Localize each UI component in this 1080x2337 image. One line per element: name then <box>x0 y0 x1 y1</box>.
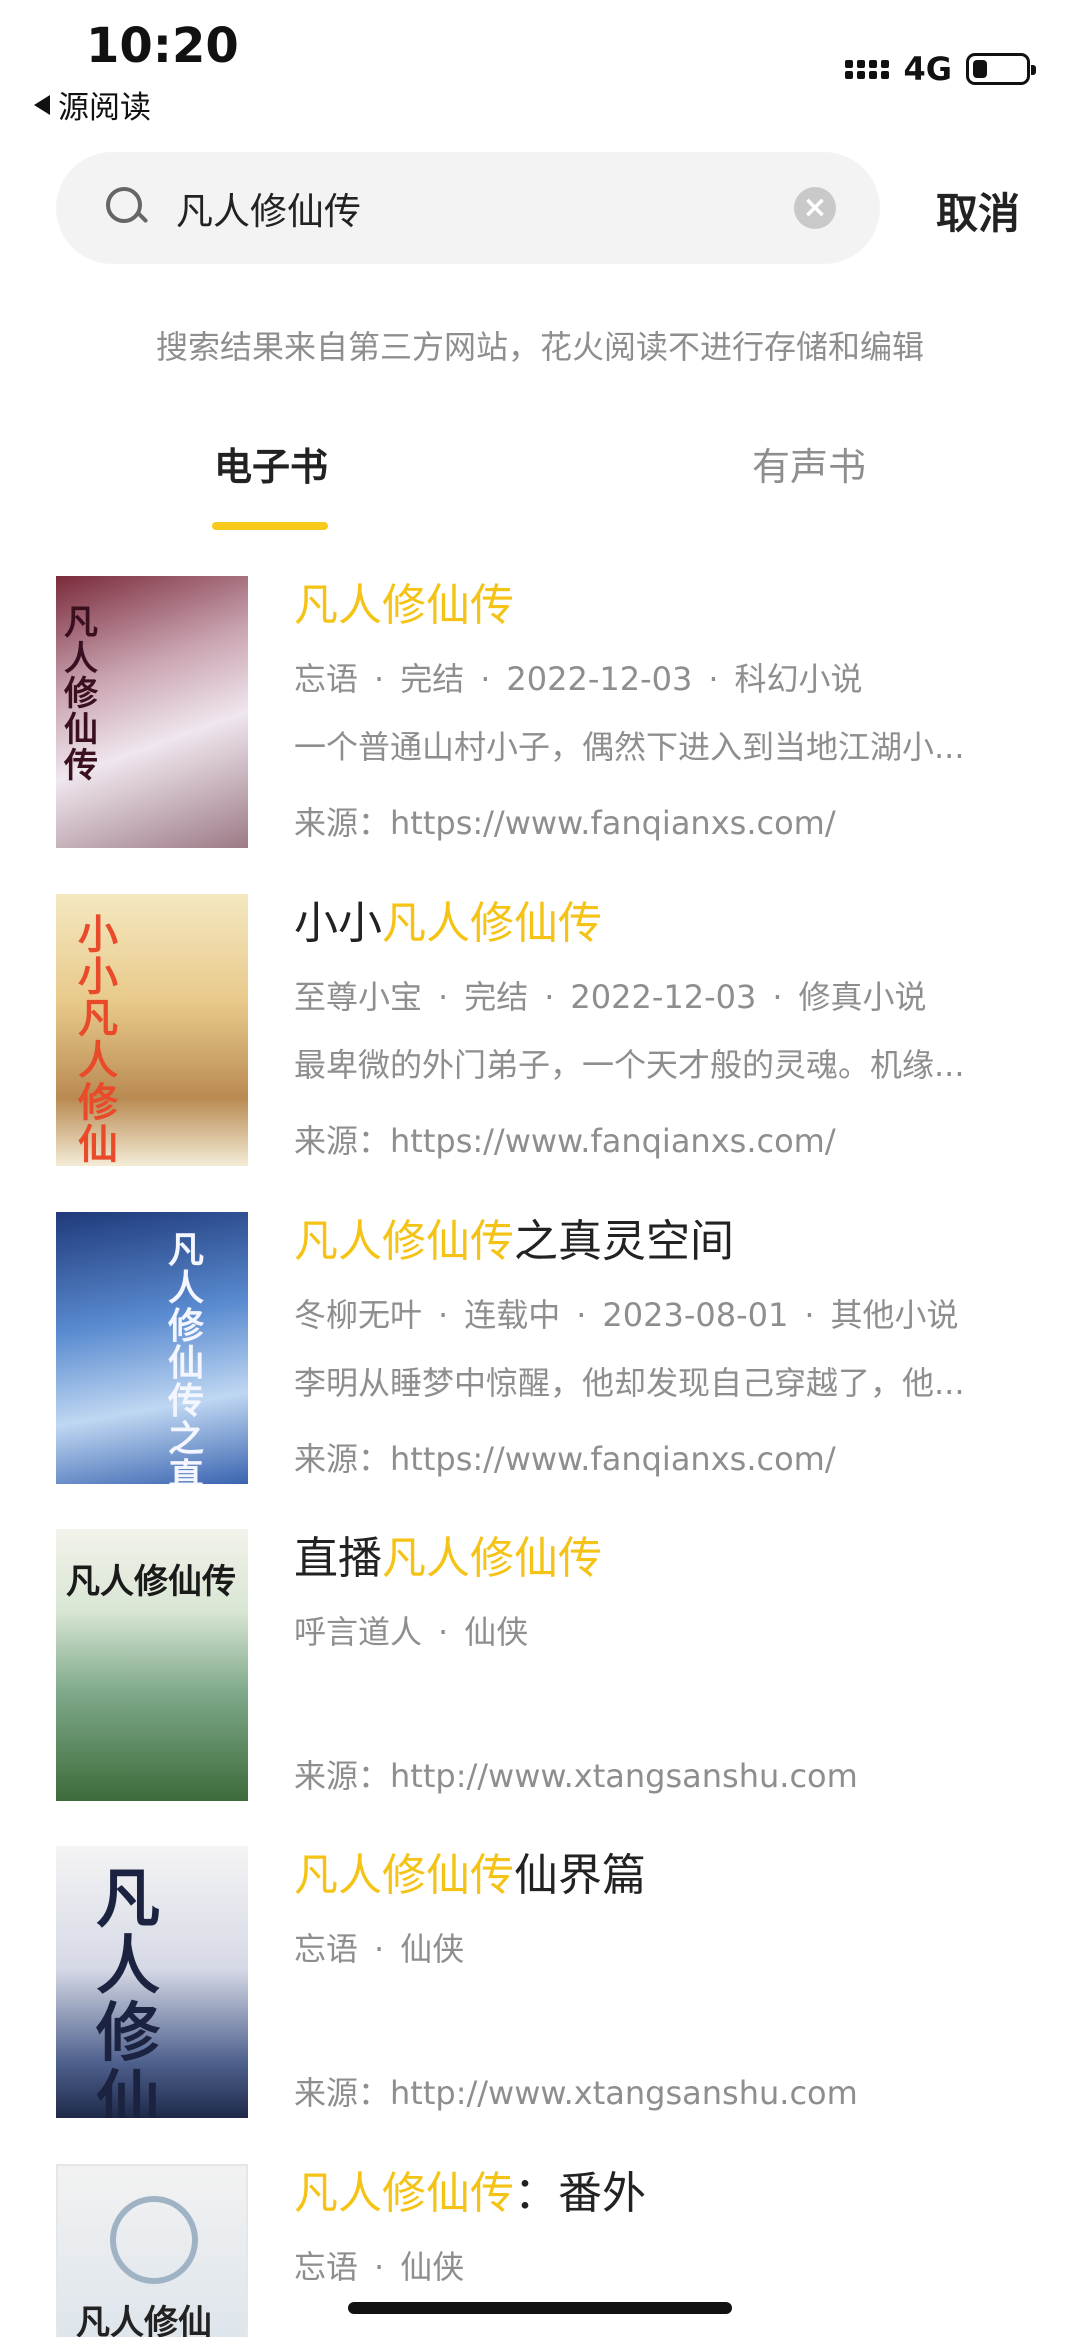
signal-icon <box>845 59 890 79</box>
book-source: 来源：https://www.fanqianxs.com/ <box>294 1440 836 1478</box>
book-cover: 凡人修仙传 <box>56 1529 248 1801</box>
book-description: 一个普通山村小子，偶然下进入到当地江湖小... <box>294 728 965 766</box>
home-indicator[interactable] <box>348 2302 732 2314</box>
book-source: 来源：https://www.fanqianxs.com/ <box>294 804 836 842</box>
status-time: 10:20 <box>86 18 239 74</box>
search-bar[interactable]: 凡人修仙传 × <box>56 152 880 264</box>
book-meta: 至尊小宝 · 完结 · 2022-12-03 · 修真小说 <box>294 978 927 1016</box>
book-cover: 凡人修仙传 <box>56 576 248 848</box>
book-description: 最卑微的外门弟子，一个天才般的灵魂。机缘... <box>294 1046 965 1084</box>
book-title: 凡人修仙传：番外 <box>294 2168 646 2219</box>
disclaimer-text: 搜索结果来自第三方网站，花火阅读不进行存储和编辑 <box>155 328 924 366</box>
book-cover: 凡人修仙传之真灵空间 <box>56 1212 248 1484</box>
book-cover: 凡人修仙 <box>56 2164 248 2337</box>
book-cover: 小小凡人修仙传 <box>56 894 248 1166</box>
network-type: 4G <box>903 50 952 88</box>
book-title: 凡人修仙传之真灵空间 <box>294 1216 734 1267</box>
tab-active-indicator <box>212 522 328 530</box>
book-source: 来源：http://www.xtangsanshu.com <box>294 2074 858 2112</box>
back-to-app-button[interactable]: 源阅读 <box>34 82 151 127</box>
book-source: 来源：https://www.fanqianxs.com/ <box>294 1122 836 1160</box>
list-item[interactable]: 凡人修仙传 凡人修仙传 忘语 · 完结 · 2022-12-03 · 科幻小说 一个普通山村… <box>0 576 1080 876</box>
status-bar: 10:20 源阅读 4G <box>0 0 1080 140</box>
yin-yang-icon <box>110 2196 198 2284</box>
back-app-label: 源阅读 <box>58 90 151 126</box>
book-title: 小小凡人修仙传 <box>294 898 602 949</box>
book-meta: 呼言道人 · 仙侠 <box>294 1613 529 1651</box>
book-title: 直播凡人修仙传 <box>294 1533 602 1584</box>
book-meta: 忘语 · 仙侠 <box>294 1930 465 1968</box>
battery-icon <box>966 53 1036 85</box>
status-indicators: 4G <box>845 50 1036 88</box>
clear-icon[interactable]: × <box>794 187 836 229</box>
book-title: 凡人修仙传 <box>294 580 514 631</box>
book-title: 凡人修仙传仙界篇 <box>294 1850 646 1901</box>
book-cover: 凡人修仙 <box>56 1846 248 2118</box>
search-input[interactable]: 凡人修仙传 <box>176 181 794 235</box>
list-item[interactable]: 凡人修仙 凡人修仙传仙界篇 忘语 · 仙侠 来源：http://www.xtangs… <box>0 1846 1080 2146</box>
tab-audiobook[interactable]: 有声书 <box>752 436 866 491</box>
book-meta: 忘语 · 完结 · 2022-12-03 · 科幻小说 <box>294 660 863 698</box>
book-meta: 冬柳无叶 · 连载中 · 2023-08-01 · 其他小说 <box>294 1296 959 1334</box>
back-arrow-icon <box>34 94 50 115</box>
book-meta: 忘语 · 仙侠 <box>294 2248 465 2286</box>
list-item[interactable]: 凡人修仙传之真灵空间 凡人修仙传之真灵空间 冬柳无叶·连载中·2023-08-0… <box>0 1212 1080 1512</box>
search-icon <box>102 183 152 233</box>
book-source: 来源：http://www.xtangsanshu.com <box>294 1757 858 1795</box>
list-item[interactable]: 凡人修仙传 直播凡人修仙传 呼言道人 · 仙侠 来源：http://www.xtan… <box>0 1529 1080 1829</box>
cancel-button[interactable]: 取消 <box>936 180 1020 241</box>
list-item[interactable]: 小小凡人修仙传 小小凡人修仙传 至尊小宝·完结·2022-12-03·修真小说 … <box>0 894 1080 1194</box>
book-description: 李明从睡梦中惊醒，他却发现自己穿越了，他... <box>294 1364 965 1402</box>
tab-ebook[interactable]: 电子书 <box>214 436 328 491</box>
